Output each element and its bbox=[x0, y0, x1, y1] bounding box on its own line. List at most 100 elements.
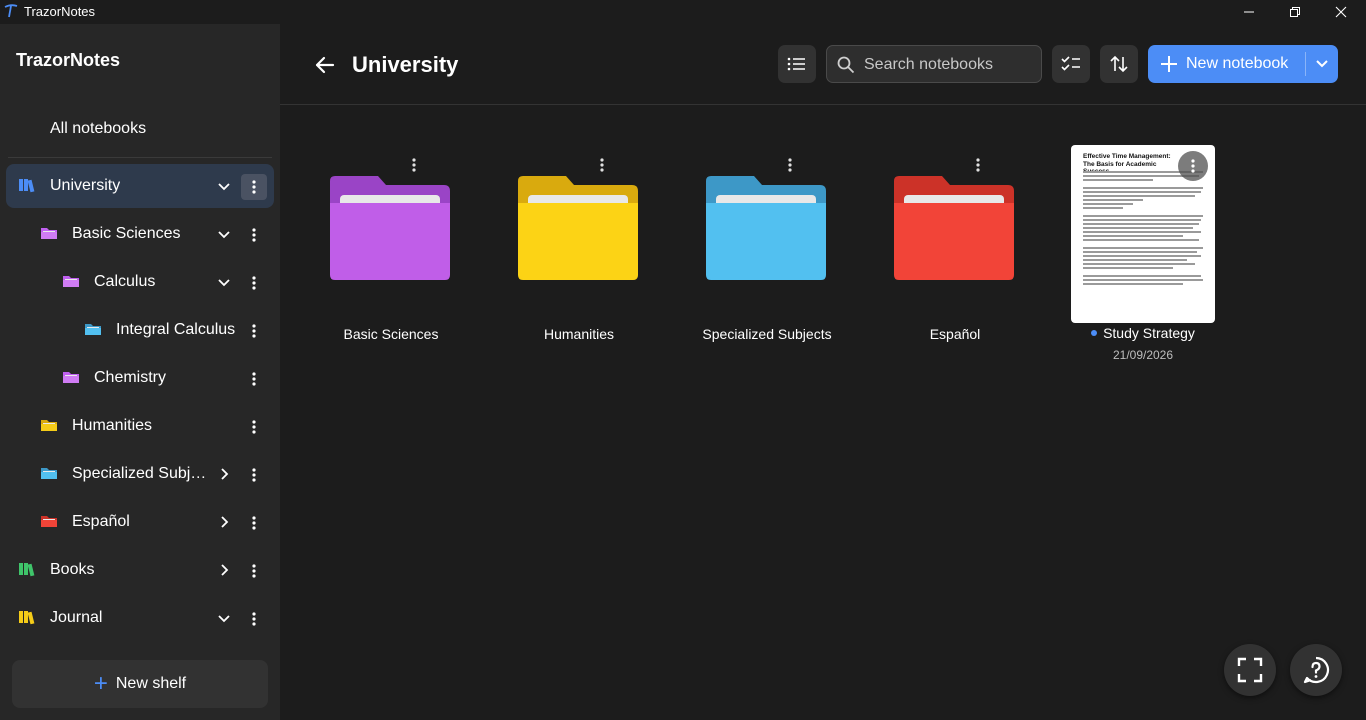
more-options-button[interactable] bbox=[783, 156, 797, 174]
help-icon bbox=[1303, 656, 1330, 684]
more-options-button[interactable] bbox=[241, 414, 267, 440]
search-icon bbox=[837, 56, 855, 74]
more-options-button[interactable] bbox=[241, 366, 267, 392]
plus-icon: + bbox=[93, 670, 108, 697]
folder-icon bbox=[41, 420, 57, 431]
sidebar-item-humanities[interactable]: Humanities bbox=[6, 404, 274, 448]
folder-icon bbox=[85, 324, 101, 335]
more-options-button[interactable] bbox=[241, 606, 267, 632]
folder-label: Humanities bbox=[543, 326, 615, 342]
checklist-icon bbox=[1061, 56, 1080, 71]
more-options-button[interactable] bbox=[241, 510, 267, 536]
chevron-down-icon[interactable] bbox=[216, 178, 232, 194]
preview-text-line bbox=[1083, 231, 1201, 233]
more-vertical-icon bbox=[252, 468, 256, 482]
preview-text-line bbox=[1083, 191, 1201, 193]
more-options-button[interactable] bbox=[241, 318, 267, 344]
folder-icon bbox=[63, 372, 79, 383]
preview-text-line bbox=[1083, 179, 1153, 181]
more-options-button[interactable] bbox=[241, 558, 267, 584]
chevron-right-icon[interactable] bbox=[216, 514, 232, 530]
preview-text-line bbox=[1083, 275, 1201, 277]
sidebar-item-books[interactable]: Books bbox=[6, 548, 274, 592]
preview-text-line bbox=[1083, 255, 1201, 257]
chevron-down-icon[interactable] bbox=[216, 274, 232, 290]
sidebar-item-journal[interactable]: Journal bbox=[6, 596, 274, 640]
folder-icon bbox=[41, 468, 57, 479]
more-vertical-icon bbox=[412, 158, 416, 172]
help-button[interactable] bbox=[1290, 644, 1342, 696]
minimize-button[interactable] bbox=[1226, 0, 1272, 24]
sidebar-item-basic-sciences[interactable]: Basic Sciences bbox=[6, 212, 274, 256]
chevron-right-icon[interactable] bbox=[216, 466, 232, 482]
list-view-button[interactable] bbox=[778, 45, 816, 83]
close-button[interactable] bbox=[1318, 0, 1364, 24]
fullscreen-button[interactable] bbox=[1224, 644, 1276, 696]
more-vertical-icon bbox=[252, 420, 256, 434]
more-vertical-icon bbox=[252, 228, 256, 242]
new-notebook-dropdown-button[interactable] bbox=[1306, 45, 1338, 83]
preview-text-line bbox=[1083, 207, 1123, 209]
preview-text-line bbox=[1083, 223, 1199, 225]
divider bbox=[280, 104, 1366, 105]
sidebar-item-calculus[interactable]: Calculus bbox=[6, 260, 274, 304]
more-options-button[interactable] bbox=[241, 222, 267, 248]
folder-icon bbox=[518, 176, 638, 280]
folder-card-basic-sciences[interactable]: Basic Sciences bbox=[301, 146, 481, 376]
folder-label: Specialized Subjects bbox=[702, 326, 832, 342]
more-options-button[interactable] bbox=[407, 156, 421, 174]
preview-text-line bbox=[1083, 203, 1133, 205]
more-options-button[interactable] bbox=[241, 174, 267, 200]
folder-icon bbox=[41, 516, 57, 527]
new-notebook-split-button: New notebook bbox=[1148, 45, 1338, 83]
minimize-icon bbox=[1244, 11, 1254, 13]
preview-text-line bbox=[1083, 259, 1187, 261]
more-options-button[interactable] bbox=[595, 156, 609, 174]
sidebar-item-label: University bbox=[50, 177, 121, 194]
restore-button[interactable] bbox=[1272, 0, 1318, 24]
all-notebooks-link[interactable]: All notebooks bbox=[50, 120, 146, 138]
folder-card-specialized-subjects[interactable]: Specialized Subjects bbox=[677, 146, 857, 376]
new-shelf-label: New shelf bbox=[115, 675, 187, 692]
shelf-icon bbox=[19, 179, 35, 193]
select-button[interactable] bbox=[1052, 45, 1090, 83]
preview-text-line bbox=[1083, 199, 1143, 201]
restore-icon bbox=[1290, 7, 1300, 17]
sidebar-item-integral-calculus[interactable]: Integral Calculus bbox=[6, 308, 274, 352]
sidebar-item-label: Specialized Subje... bbox=[72, 465, 212, 482]
unsynced-dot-icon bbox=[1091, 330, 1098, 336]
preview-text-line bbox=[1083, 215, 1203, 217]
chevron-down-icon[interactable] bbox=[216, 610, 232, 626]
title-bar: TrazorNotes bbox=[0, 0, 1366, 24]
more-options-button[interactable] bbox=[971, 156, 985, 174]
shelf-icon bbox=[19, 563, 35, 577]
back-arrow-icon[interactable] bbox=[312, 52, 338, 78]
list-view-icon bbox=[787, 57, 805, 71]
search-input[interactable] bbox=[864, 54, 1034, 76]
sidebar-brand: TrazorNotes bbox=[16, 50, 121, 70]
chevron-right-icon[interactable] bbox=[216, 562, 232, 578]
more-vertical-icon bbox=[252, 324, 256, 338]
more-vertical-icon bbox=[788, 158, 792, 172]
sidebar-item-specialized-subjects[interactable]: Specialized Subje... bbox=[6, 452, 274, 496]
new-notebook-button[interactable]: New notebook bbox=[1148, 45, 1304, 83]
fullscreen-icon bbox=[1237, 657, 1263, 683]
search-field[interactable] bbox=[826, 45, 1042, 83]
sidebar-item-label: Humanities bbox=[72, 417, 153, 434]
new-shelf-button[interactable]: + New shelf bbox=[12, 660, 268, 708]
sidebar-item-label: Calculus bbox=[94, 273, 156, 290]
sidebar-item-label: Español bbox=[72, 513, 130, 530]
preview-text-line bbox=[1083, 239, 1199, 241]
notebook-more-options-button[interactable] bbox=[1178, 151, 1208, 181]
sidebar-item-university[interactable]: University bbox=[6, 164, 274, 208]
sort-button[interactable] bbox=[1100, 45, 1138, 83]
preview-text-line bbox=[1083, 279, 1203, 281]
sidebar-item-chemistry[interactable]: Chemistry bbox=[6, 356, 274, 400]
chevron-down-icon[interactable] bbox=[216, 226, 232, 242]
more-vertical-icon bbox=[252, 180, 256, 194]
folder-card-humanities[interactable]: Humanities bbox=[489, 146, 669, 376]
more-options-button[interactable] bbox=[241, 462, 267, 488]
folder-card-espanol[interactable]: Español bbox=[865, 146, 1045, 376]
sidebar-item-espanol[interactable]: Español bbox=[6, 500, 274, 544]
more-options-button[interactable] bbox=[241, 270, 267, 296]
